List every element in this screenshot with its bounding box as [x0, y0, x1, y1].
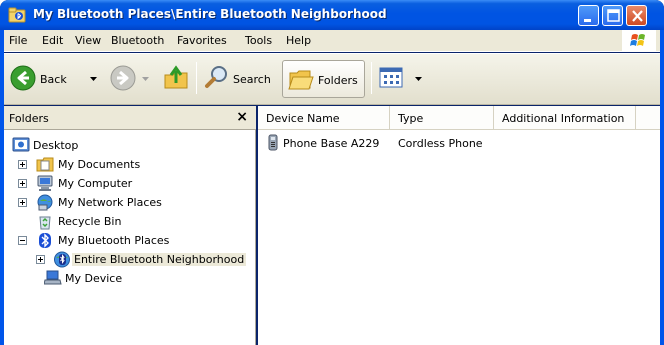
- cordless-phone-icon: [268, 134, 278, 151]
- tree-label-selected: Entire Bluetooth Neighborhood: [72, 253, 247, 266]
- toolbar-separator-2: [371, 62, 372, 94]
- menu-view[interactable]: View: [75, 34, 101, 47]
- search-icon: [205, 66, 227, 88]
- menu-bar: File Edit View Bluetooth Favorites Tools…: [4, 30, 660, 52]
- menu-bluetooth[interactable]: Bluetooth: [111, 34, 164, 47]
- folders-label: Folders: [318, 74, 358, 87]
- explorer-window: My Bluetooth Places\Entire Bluetooth Nei…: [0, 0, 664, 345]
- expand-toggle[interactable]: [18, 198, 27, 207]
- device-type-cell: Cordless Phone: [398, 137, 483, 150]
- close-icon: [632, 10, 643, 22]
- search-label: Search: [233, 73, 271, 86]
- standard-toolbar: Back Search Folders: [4, 53, 660, 105]
- documents-folder-icon: [36, 157, 54, 172]
- back-label: Back: [40, 73, 67, 86]
- tree-label: My Device: [65, 272, 123, 285]
- views-icon: [379, 67, 403, 88]
- list-header: Device Name Type Additional Information: [258, 106, 660, 130]
- tree-label: Recycle Bin: [58, 215, 122, 228]
- maximize-icon: [607, 9, 620, 22]
- tree-label: Desktop: [33, 139, 79, 152]
- search-button[interactable]: Search: [204, 63, 276, 95]
- maximize-button[interactable]: [602, 5, 623, 26]
- bluetooth-folder-icon: [8, 7, 26, 23]
- my-device-icon: [44, 270, 62, 285]
- views-dropdown-icon[interactable]: [415, 77, 423, 83]
- folders-pane-header: Folders ×: [4, 106, 256, 130]
- menu-help[interactable]: Help: [286, 34, 311, 47]
- up-folder-button[interactable]: [162, 63, 190, 95]
- folders-pane-close-button[interactable]: ×: [236, 109, 248, 125]
- folders-pane: Folders × Desktop My Documents My Comput…: [4, 106, 256, 345]
- views-button[interactable]: [379, 63, 425, 95]
- column-header-type[interactable]: Type: [390, 106, 494, 129]
- folders-icon: [288, 70, 314, 90]
- window-frame-right: [660, 30, 664, 345]
- menu-edit[interactable]: Edit: [42, 34, 63, 47]
- back-arrow-icon: [10, 65, 36, 91]
- network-places-icon: [37, 194, 53, 211]
- forward-dropdown-icon[interactable]: [142, 77, 150, 83]
- device-name-cell: Phone Base A229: [283, 137, 380, 150]
- back-button[interactable]: Back: [10, 63, 100, 95]
- title-bar[interactable]: My Bluetooth Places\Entire Bluetooth Nei…: [0, 0, 664, 30]
- up-folder-icon: [164, 65, 188, 89]
- expand-toggle[interactable]: [36, 255, 45, 264]
- bluetooth-neighborhood-icon: [54, 251, 70, 268]
- device-list-view: Device Name Type Additional Information …: [258, 106, 660, 345]
- windows-flag-icon: [630, 34, 645, 46]
- tree-label: My Bluetooth Places: [58, 234, 170, 247]
- expand-toggle[interactable]: [18, 179, 27, 188]
- tree-label: My Documents: [58, 158, 141, 171]
- close-button[interactable]: [626, 5, 647, 26]
- minimize-button[interactable]: [578, 5, 599, 26]
- column-header-additional-information[interactable]: Additional Information: [494, 106, 636, 129]
- recycle-bin-icon: [39, 216, 51, 230]
- menu-favorites[interactable]: Favorites: [177, 34, 227, 47]
- folders-button[interactable]: Folders: [282, 60, 365, 98]
- back-dropdown-icon[interactable]: [90, 77, 98, 83]
- tree-label: My Network Places: [58, 196, 162, 209]
- window-title: My Bluetooth Places\Entire Bluetooth Nei…: [33, 7, 387, 21]
- forward-button[interactable]: [110, 63, 152, 95]
- expand-toggle[interactable]: [18, 160, 27, 169]
- folders-pane-title: Folders: [9, 112, 49, 125]
- minimize-icon: [584, 19, 591, 22]
- windows-logo: [622, 30, 656, 52]
- forward-arrow-icon: [110, 65, 136, 91]
- menu-tools[interactable]: Tools: [245, 34, 272, 47]
- device-row[interactable]: Phone Base A229 Cordless Phone: [258, 134, 658, 152]
- toolbar-separator: [196, 62, 197, 94]
- bluetooth-icon: [39, 233, 51, 248]
- collapse-toggle[interactable]: [18, 236, 27, 245]
- column-header-device-name[interactable]: Device Name: [258, 106, 390, 129]
- desktop-icon: [12, 137, 30, 152]
- tree-label: My Computer: [58, 177, 133, 190]
- menu-file[interactable]: File: [9, 34, 27, 47]
- computer-icon: [37, 175, 53, 191]
